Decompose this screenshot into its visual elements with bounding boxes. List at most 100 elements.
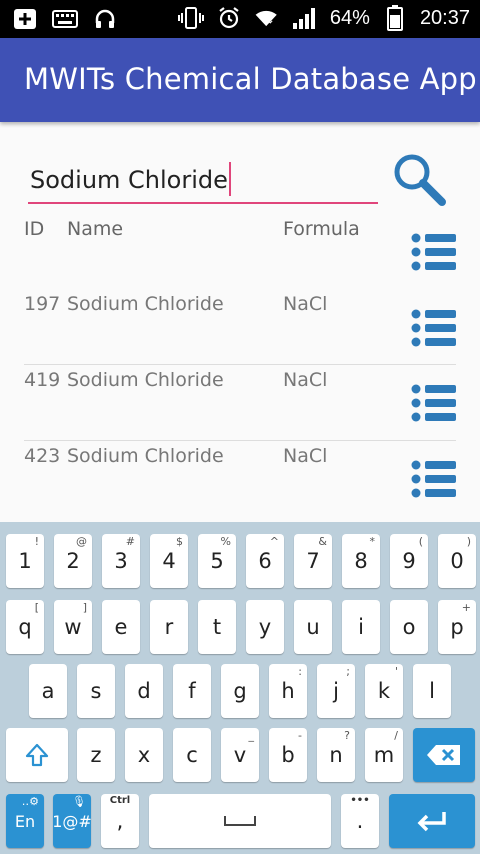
table-header: ID Name Formula <box>24 218 404 248</box>
key-s[interactable]: s <box>77 664 115 718</box>
key-alt-label: : <box>298 665 302 678</box>
list-icon <box>411 233 456 271</box>
key-label: h <box>281 679 295 703</box>
key-label: d <box>137 679 151 703</box>
key-n[interactable]: ? n <box>317 728 355 782</box>
key-b[interactable]: -b <box>269 728 307 782</box>
key-alt-label: # <box>125 535 135 548</box>
list-button-row-3[interactable] <box>410 459 458 499</box>
key-7[interactable]: & 7 <box>294 534 332 588</box>
search-input[interactable] <box>28 158 378 202</box>
key-y[interactable]: y <box>246 600 284 654</box>
key-label: m <box>373 743 395 767</box>
key-f[interactable]: f <box>173 664 211 718</box>
backspace-icon <box>427 745 460 765</box>
key-a[interactable]: a <box>29 664 67 718</box>
search-field-container <box>28 158 378 204</box>
key-m[interactable]: / m <box>365 728 403 782</box>
comma-key[interactable]: Ctrl , <box>101 794 139 848</box>
key-label: n <box>329 743 343 767</box>
key-1[interactable]: ! 1 <box>6 534 44 588</box>
backspace-key[interactable] <box>413 728 475 782</box>
key-label: g <box>233 679 247 703</box>
battery-icon <box>382 5 408 31</box>
key-alt-label: ; <box>346 665 350 678</box>
key-label: x <box>137 743 151 767</box>
key-label: o <box>402 615 416 639</box>
key-p[interactable]: + p <box>438 600 476 654</box>
lang-settings-mark: ‥⚙ <box>21 795 39 808</box>
list-button-row-1[interactable] <box>410 308 458 348</box>
key-alt-label: [ <box>34 601 39 614</box>
key-alt-label: @ <box>76 535 87 548</box>
key-x[interactable]: x <box>125 728 163 782</box>
key-t[interactable]: t <box>198 600 236 654</box>
key-alt-label: * <box>369 535 376 548</box>
symbols-key[interactable]: 🎙 1@# <box>52 794 92 848</box>
shift-icon <box>25 743 49 767</box>
key-label: q <box>18 615 32 639</box>
key-label: f <box>188 679 196 703</box>
key-q[interactable]: [q <box>6 600 44 654</box>
key-l[interactable]: l <box>413 664 451 718</box>
row-name: Sodium Chloride <box>67 293 224 315</box>
key-alt-label: + <box>461 601 471 614</box>
key-5[interactable]: % 5 <box>198 534 236 588</box>
key-3[interactable]: #3 <box>102 534 140 588</box>
key-6[interactable]: ^ 6 <box>246 534 284 588</box>
search-icon <box>394 154 446 206</box>
key-w[interactable]: ] w <box>54 600 92 654</box>
key-alt-label: / <box>394 729 398 742</box>
alarm-icon <box>216 5 242 31</box>
mic-mark: 🎙 <box>72 795 86 808</box>
key-c[interactable]: c <box>173 728 211 782</box>
row-divider <box>24 440 456 441</box>
key-u[interactable]: u <box>294 600 332 654</box>
key-j[interactable]: ; j <box>317 664 355 718</box>
key-label: e <box>114 615 128 639</box>
list-button-header[interactable] <box>410 232 458 272</box>
key-label: t <box>212 615 222 639</box>
search-button[interactable] <box>390 150 448 208</box>
key-0[interactable]: ) 0 <box>438 534 476 588</box>
key-label: 7 <box>306 549 320 573</box>
key-k[interactable]: ' k <box>365 664 403 718</box>
key-d[interactable]: d <box>125 664 163 718</box>
key-o[interactable]: o <box>390 600 428 654</box>
key-v[interactable]: _ v <box>221 728 259 782</box>
row-name: Sodium Chloride <box>67 369 224 391</box>
key-label: l <box>429 679 435 703</box>
key-8[interactable]: * 8 <box>342 534 380 588</box>
key-label: 1 <box>18 549 32 573</box>
row-formula: NaCl <box>283 369 328 391</box>
key-2[interactable]: @2 <box>54 534 92 588</box>
table-row[interactable]: 423 Sodium Chloride NaCl <box>24 445 456 521</box>
period-key[interactable]: ••• . <box>341 794 379 848</box>
key-z[interactable]: z <box>77 728 115 782</box>
language-key[interactable]: ‥⚙ En <box>6 794 44 848</box>
list-icon <box>411 384 456 422</box>
key-i[interactable]: i <box>342 600 380 654</box>
ctrl-label: Ctrl <box>109 795 131 806</box>
key-label: s <box>90 679 102 703</box>
table-row[interactable]: 419 Sodium Chloride NaCl <box>24 369 456 445</box>
key-label: 8 <box>354 549 368 573</box>
table-row[interactable]: 197 Sodium Chloride NaCl <box>24 293 456 369</box>
enter-key[interactable] <box>389 794 475 848</box>
space-key[interactable] <box>149 794 331 848</box>
shift-key[interactable] <box>6 728 68 782</box>
key-4[interactable]: $4 <box>150 534 188 588</box>
comma-label: , <box>116 809 124 833</box>
key-label: v <box>233 743 247 767</box>
key-alt-label: ) <box>466 535 471 548</box>
list-button-row-2[interactable] <box>410 383 458 423</box>
headset-icon <box>92 6 118 32</box>
key-r[interactable]: r <box>150 600 188 654</box>
key-g[interactable]: g <box>221 664 259 718</box>
key-h[interactable]: :h <box>269 664 307 718</box>
key-e[interactable]: e <box>102 600 140 654</box>
clock: 20:37 <box>419 6 470 29</box>
app-title: MWITs Chemical Database App <box>24 62 477 96</box>
key-9[interactable]: (9 <box>390 534 428 588</box>
key-alt-label: ^ <box>269 535 279 548</box>
